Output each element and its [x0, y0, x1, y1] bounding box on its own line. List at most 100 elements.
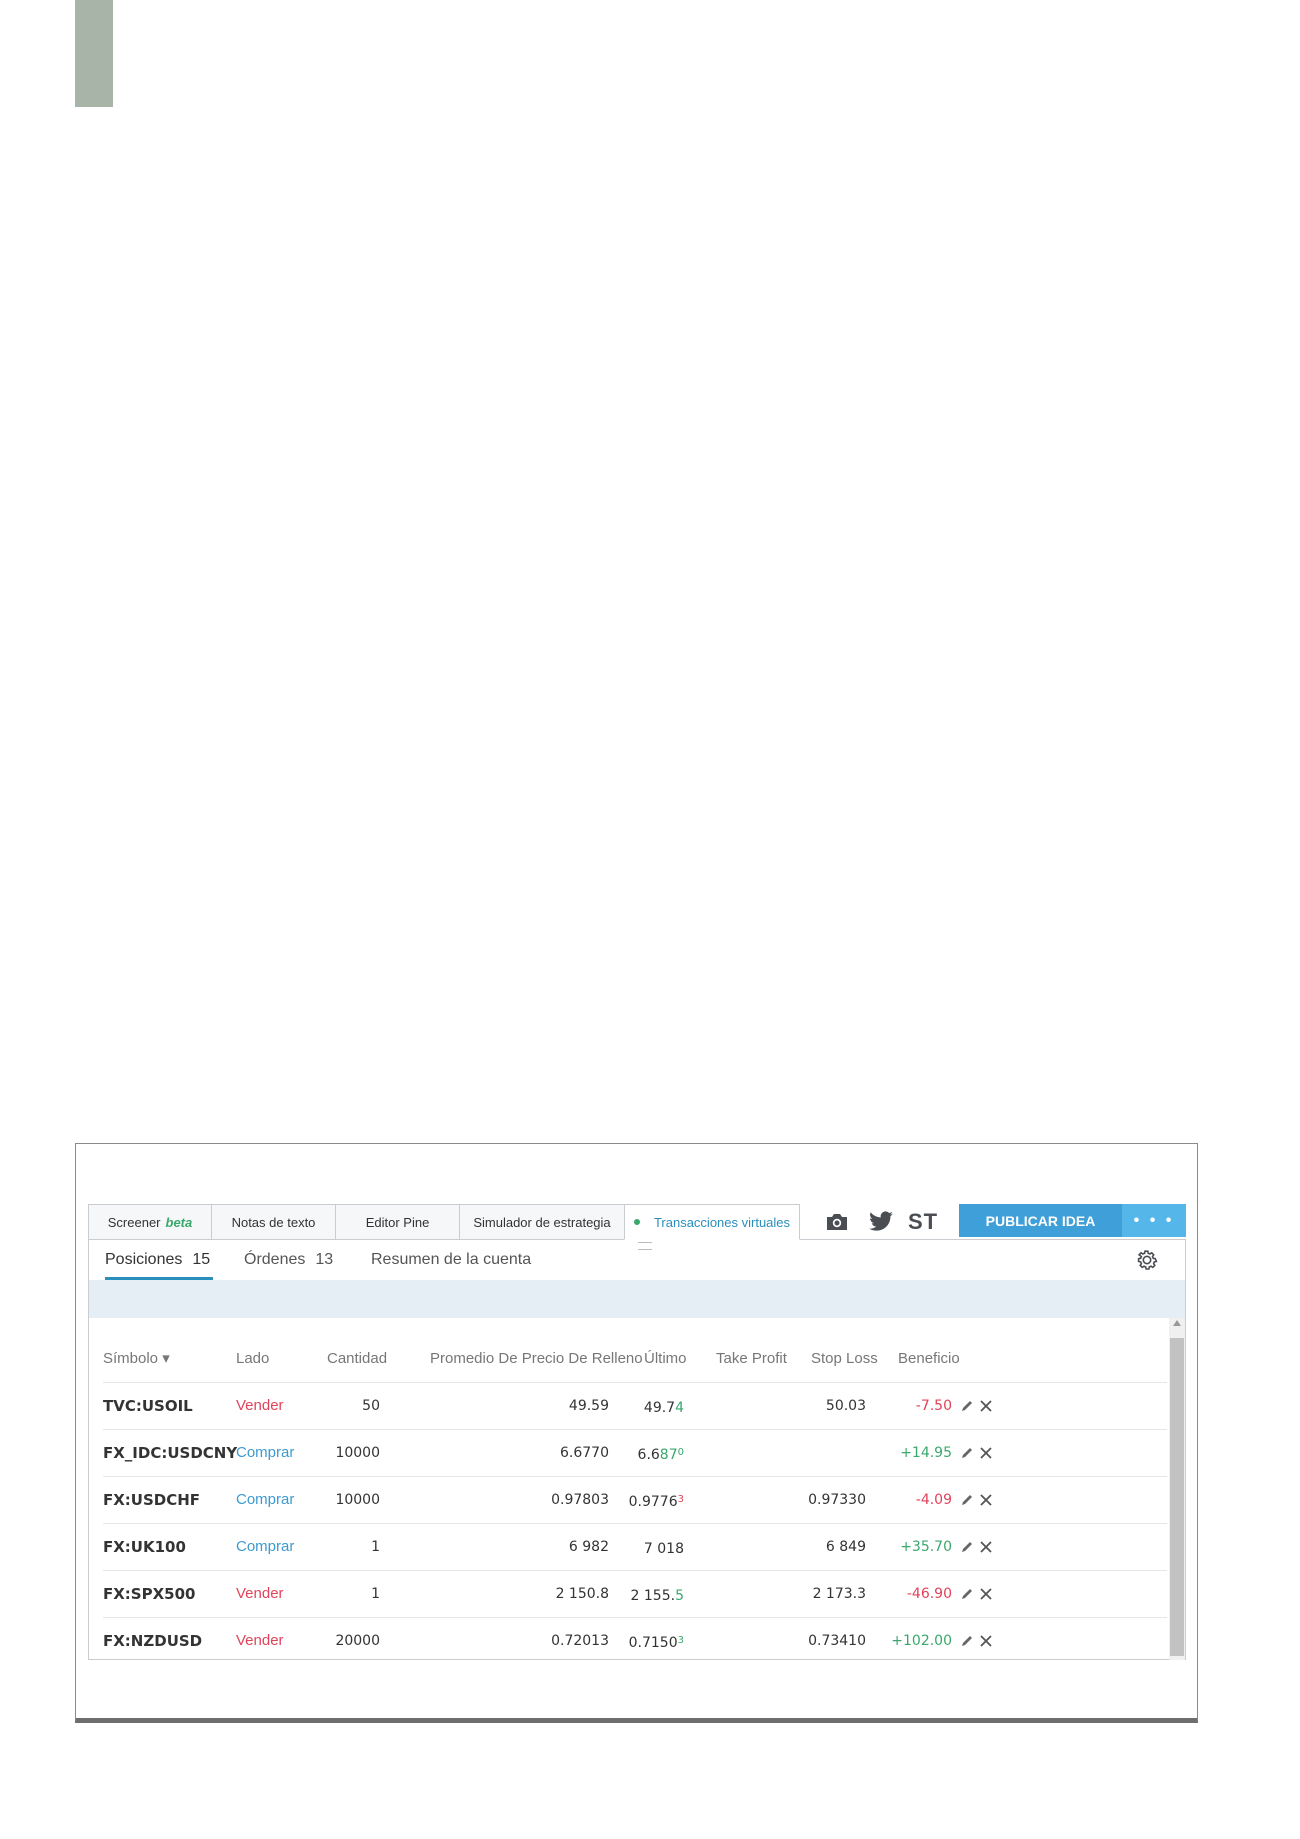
- subtab-orders[interactable]: Órdenes 13: [244, 1251, 333, 1269]
- publish-idea-button[interactable]: PUBLICAR IDEA: [959, 1204, 1122, 1237]
- more-options-button[interactable]: • • •: [1122, 1204, 1186, 1237]
- column-header-stop-loss[interactable]: Stop Loss: [811, 1336, 878, 1382]
- last-price-main: 49.7: [643, 1400, 676, 1416]
- cell-stop-loss[interactable]: 50.03: [793, 1383, 866, 1429]
- cell-stop-loss[interactable]: 0.97330: [793, 1477, 866, 1523]
- cell-side: Vender: [236, 1632, 284, 1649]
- paper-trading-content: Posiciones 15 Órdenes 13 Resumen de la cue…: [88, 1240, 1186, 1660]
- scroll-thumb[interactable]: [1170, 1338, 1184, 1656]
- cell-symbol[interactable]: FX_IDC:USDCNY: [103, 1430, 237, 1476]
- cell-profit: +102.00: [891, 1633, 952, 1649]
- tab-label: Notas de texto: [231, 1214, 316, 1230]
- stocktwits-button[interactable]: ST: [906, 1208, 940, 1236]
- close-icon[interactable]: [979, 1446, 993, 1460]
- tab-label: Editor Pine: [365, 1214, 430, 1230]
- table-scrollbar[interactable]: [1169, 1318, 1185, 1660]
- cell-side: Comprar: [236, 1491, 295, 1508]
- trading-panel: Screener beta Notas de texto Editor Pine …: [88, 1204, 1186, 1660]
- cell-avg-fill-price: 0.72013: [551, 1633, 609, 1649]
- cell-quantity: 10000: [335, 1492, 380, 1508]
- camera-icon[interactable]: [823, 1208, 851, 1236]
- cell-symbol[interactable]: FX:USDCHF: [103, 1477, 200, 1523]
- close-icon[interactable]: [979, 1399, 993, 1413]
- column-header-profit[interactable]: Beneficio: [898, 1336, 960, 1382]
- tab-paper-trading[interactable]: Transacciones virtuales: [624, 1204, 800, 1240]
- tab-pine-editor[interactable]: Editor Pine: [335, 1204, 459, 1240]
- table-row[interactable]: TVC:USOIL Vender 50 49.59 49.74 50.03 -7…: [103, 1383, 1167, 1430]
- edit-icon[interactable]: [960, 1587, 974, 1601]
- cell-side: Comprar: [236, 1538, 295, 1555]
- edit-icon[interactable]: [960, 1634, 974, 1648]
- column-header-quantity[interactable]: Cantidad: [327, 1336, 387, 1382]
- cell-stop-loss[interactable]: [793, 1430, 866, 1476]
- close-icon[interactable]: [979, 1634, 993, 1648]
- cell-symbol[interactable]: FX:UK100: [103, 1524, 186, 1570]
- tab-label: Transacciones virtuales: [653, 1214, 791, 1230]
- cell-symbol[interactable]: FX:NZDUSD: [103, 1618, 202, 1660]
- column-header-avg-fill-price[interactable]: Promedio De Precio De Relleno: [430, 1336, 643, 1382]
- close-icon[interactable]: [979, 1493, 993, 1507]
- column-header-take-profit[interactable]: Take Profit: [716, 1336, 787, 1382]
- cell-take-profit[interactable]: [733, 1477, 793, 1523]
- last-price-main: 6.6: [637, 1447, 660, 1463]
- table-row[interactable]: FX:USDCHF Comprar 10000 0.97803 0.97763 …: [103, 1477, 1167, 1524]
- column-header-symbol[interactable]: Símbolo ▾: [103, 1336, 170, 1382]
- cell-take-profit[interactable]: [733, 1430, 793, 1476]
- orders-count: 13: [315, 1251, 334, 1268]
- page-accent-bar: [75, 0, 113, 107]
- cell-profit: -7.50: [915, 1398, 952, 1414]
- screenshot-frame: Screener beta Notas de texto Editor Pine …: [75, 1143, 1198, 1723]
- beta-badge: beta: [165, 1214, 193, 1230]
- cell-profit: -4.09: [915, 1492, 952, 1508]
- tab-screener[interactable]: Screener beta: [88, 1204, 211, 1240]
- table-row[interactable]: FX:UK100 Comprar 1 6 982 7 018 6 849 +35…: [103, 1524, 1167, 1571]
- subtab-positions[interactable]: Posiciones 15: [105, 1251, 210, 1269]
- edit-icon[interactable]: [960, 1540, 974, 1554]
- table-row[interactable]: FX_IDC:USDCNY Comprar 10000 6.6770 6.687…: [103, 1430, 1167, 1477]
- gear-icon[interactable]: [1135, 1248, 1159, 1272]
- last-price-change-digits: 4: [675, 1400, 684, 1416]
- cell-quantity: 1: [371, 1539, 380, 1555]
- positions-table: Símbolo ▾ Lado Cantidad Promedio De Prec…: [89, 1318, 1167, 1660]
- stocktwits-label: ST: [907, 1209, 939, 1234]
- cell-take-profit[interactable]: [733, 1618, 793, 1660]
- edit-icon[interactable]: [960, 1399, 974, 1413]
- cell-stop-loss[interactable]: 2 173.3: [793, 1571, 866, 1617]
- cell-stop-loss[interactable]: 0.73410: [793, 1618, 866, 1660]
- cell-stop-loss[interactable]: 6 849: [793, 1524, 866, 1570]
- edit-icon[interactable]: [960, 1493, 974, 1507]
- tab-label: Screener: [107, 1214, 161, 1230]
- cell-side: Comprar: [236, 1444, 295, 1461]
- cell-quantity: 20000: [335, 1633, 380, 1649]
- scroll-up-arrow-icon[interactable]: [1173, 1320, 1181, 1326]
- tab-strategy-tester[interactable]: Simulador de estrategia: [459, 1204, 624, 1240]
- twitter-icon[interactable]: [866, 1208, 896, 1236]
- table-row[interactable]: FX:NZDUSD Vender 20000 0.72013 0.71503 0…: [103, 1618, 1167, 1660]
- cell-take-profit[interactable]: [733, 1524, 793, 1570]
- cell-profit: +14.95: [900, 1445, 952, 1461]
- cell-take-profit[interactable]: [733, 1571, 793, 1617]
- subtab-account-summary[interactable]: Resumen de la cuenta: [371, 1251, 531, 1269]
- account-subtabs: Posiciones 15 Órdenes 13 Resumen de la cue…: [89, 1240, 1185, 1280]
- cell-take-profit[interactable]: [733, 1383, 793, 1429]
- cell-avg-fill-price: 6 982: [568, 1539, 609, 1555]
- bottom-tab-bar: Screener beta Notas de texto Editor Pine …: [88, 1204, 1186, 1250]
- cell-quantity: 10000: [335, 1445, 380, 1461]
- cell-side: Vender: [236, 1585, 284, 1602]
- cell-symbol[interactable]: TVC:USOIL: [103, 1383, 193, 1429]
- close-icon[interactable]: [979, 1540, 993, 1554]
- last-price-change-digits: 87: [659, 1447, 678, 1463]
- edit-icon[interactable]: [960, 1446, 974, 1460]
- last-price-main: 0.9776: [628, 1494, 678, 1510]
- cell-last: 6.6870: [623, 1430, 684, 1476]
- column-header-side[interactable]: Lado: [236, 1336, 269, 1382]
- connection-status-dot: [633, 1219, 640, 1225]
- cell-symbol[interactable]: FX:SPX500: [103, 1571, 195, 1617]
- column-header-last[interactable]: Último: [644, 1336, 687, 1382]
- last-price-change-digits: 5: [675, 1588, 684, 1604]
- tab-text-notes[interactable]: Notas de texto: [211, 1204, 335, 1240]
- cell-last: 0.71503: [623, 1618, 684, 1660]
- subtab-label: Resumen de la cuenta: [371, 1251, 532, 1268]
- close-icon[interactable]: [979, 1587, 993, 1601]
- table-row[interactable]: FX:SPX500 Vender 1 2 150.8 2 155.5 2 173…: [103, 1571, 1167, 1618]
